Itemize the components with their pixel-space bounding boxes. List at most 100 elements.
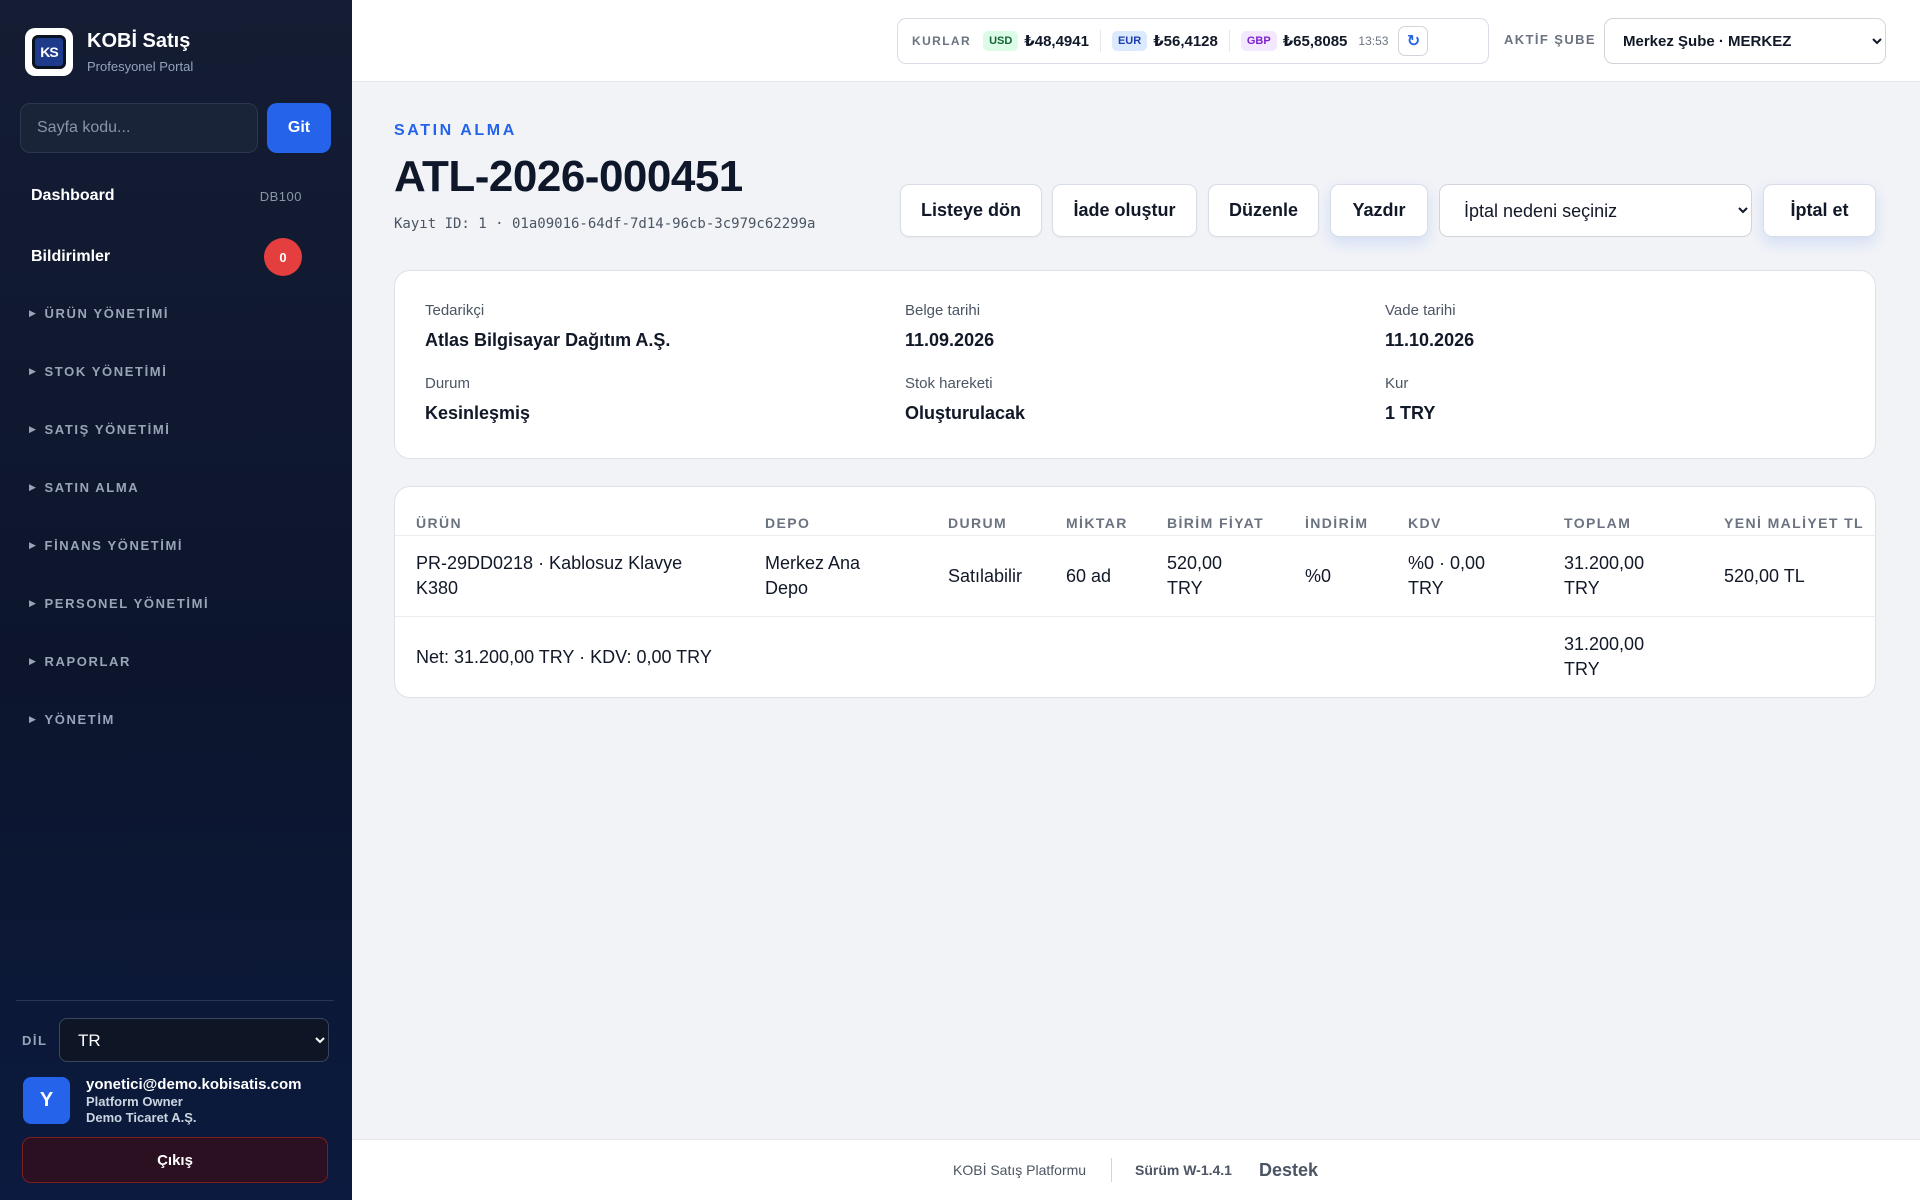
expand-arrow-icon: ▶	[29, 366, 38, 376]
logo-mark: KS	[32, 35, 66, 69]
cell-product: PR-29DD0218 · Kablosuz Klavye K380	[416, 553, 683, 598]
field-label: Vade tarihi	[1385, 302, 1456, 319]
field-value: Oluşturulacak	[905, 403, 1026, 423]
row-divider	[395, 616, 1875, 617]
currency-tag: USD	[983, 31, 1019, 51]
cell-total: 31.200,00 TRY	[1564, 553, 1645, 598]
field-value: Atlas Bilgisayar Dağıtım A.Ş.	[425, 330, 671, 350]
sidebar-section-label: SATIŞ YÖNETİMİ	[44, 422, 171, 437]
app-subtitle: Profesyonel Portal	[87, 59, 194, 74]
column-header-vat: KDV	[1408, 515, 1442, 531]
row-divider	[395, 535, 1875, 536]
column-header-new-cost: YENİ MALİYET TL	[1724, 515, 1864, 531]
sidebar-divider	[16, 1000, 334, 1001]
sidebar-section-finance-management[interactable]: ▶ FİNANS YÖNETİMİ	[29, 538, 183, 553]
language-row: DİL TR	[22, 1018, 329, 1062]
field-document-date: Belge tarihi 11.09.2026	[905, 302, 994, 351]
footer-version: Sürüm W-1.4.1	[1135, 1162, 1232, 1178]
field-exchange-rate: Kur 1 TRY	[1385, 375, 1435, 424]
sidebar-section-personnel-management[interactable]: ▶ PERSONEL YÖNETİMİ	[29, 596, 209, 611]
expand-arrow-icon: ▶	[29, 308, 38, 318]
field-stock-movement: Stok hareketi Oluşturulacak	[905, 375, 1025, 424]
field-value: 1 TRY	[1385, 403, 1436, 423]
cell-new-cost: 520,00 TL	[1724, 566, 1805, 586]
column-header-product: ÜRÜN	[416, 515, 463, 531]
sidebar-section-label: RAPORLAR	[44, 654, 131, 669]
column-header-quantity: MİKTAR	[1066, 515, 1128, 531]
sidebar-section-label: ÜRÜN YÖNETİMİ	[44, 306, 170, 321]
rate-divider	[1228, 30, 1230, 52]
column-header-warehouse: DEPO	[765, 515, 811, 531]
column-header-unit-price: BİRİM FİYAT	[1167, 515, 1265, 531]
rate-usd: USD ₺48,4941	[983, 31, 1089, 51]
go-button[interactable]: Git	[267, 103, 331, 153]
user-company: Demo Ticaret A.Ş.	[86, 1109, 197, 1125]
field-value: 11.09.2026	[905, 330, 995, 350]
rate-gbp: GBP ₺65,8085	[1240, 31, 1348, 51]
logout-button[interactable]: Çıkış	[22, 1137, 328, 1183]
rate-divider	[1099, 30, 1101, 52]
print-button[interactable]: Yazdır	[1330, 184, 1428, 237]
user-email: yonetici@demo.kobisatis.com	[86, 1076, 302, 1093]
footer-divider	[1111, 1158, 1112, 1182]
refresh-icon[interactable]: ↻	[1398, 26, 1429, 56]
back-to-list-button[interactable]: Listeye dön	[900, 184, 1042, 237]
rate-eur: EUR ₺56,4128	[1111, 31, 1218, 51]
page-code-form: Git	[20, 103, 331, 153]
create-return-button[interactable]: İade oluştur	[1052, 184, 1197, 237]
cancel-reason-select[interactable]: İptal nedeni seçiniz	[1439, 184, 1752, 237]
sidebar-section-reports[interactable]: ▶ RAPORLAR	[29, 654, 131, 669]
field-label: Belge tarihi	[905, 302, 981, 319]
rates-time: 13:53	[1358, 34, 1389, 48]
field-value: Kesinleşmiş	[425, 403, 531, 423]
expand-arrow-icon: ▶	[29, 424, 38, 434]
currency-value: ₺65,8085	[1282, 33, 1348, 50]
user-role: Platform Owner	[86, 1094, 183, 1109]
sidebar-section-product-management[interactable]: ▶ ÜRÜN YÖNETİMİ	[29, 306, 169, 321]
edit-button[interactable]: Düzenle	[1208, 184, 1319, 237]
currency-value: ₺48,4941	[1024, 33, 1089, 50]
cell-status: Satılabilir	[948, 566, 1023, 586]
page-title: ATL-2026-000451	[394, 152, 743, 201]
sidebar-item-label: Bildirimler	[31, 248, 111, 265]
app-title: KOBİ Satış	[87, 30, 191, 52]
exchange-rates: KURLAR USD ₺48,4941 EUR ₺56,4128 GBP ₺65…	[897, 18, 1489, 64]
sidebar-section-sales-management[interactable]: ▶ SATIŞ YÖNETİMİ	[29, 422, 170, 437]
sidebar-section-label: STOK YÖNETİMİ	[44, 364, 168, 379]
sidebar-item-label: Dashboard	[31, 187, 115, 204]
expand-arrow-icon: ▶	[29, 598, 38, 608]
field-supplier: Tedarikçi Atlas Bilgisayar Dağıtım A.Ş.	[425, 302, 670, 351]
sidebar-section-administration[interactable]: ▶ YÖNETİM	[29, 712, 115, 727]
cell-warehouse: Merkez Ana Depo	[765, 553, 861, 598]
field-status: Durum Kesinleşmiş	[425, 375, 530, 424]
avatar: Y	[23, 1077, 70, 1125]
cancel-button[interactable]: İptal et	[1763, 184, 1876, 237]
column-header-total: TOPLAM	[1564, 515, 1632, 531]
sidebar-section-purchasing[interactable]: ▶ SATIN ALMA	[29, 480, 139, 495]
cell-unit-price: 520,00 TRY	[1167, 553, 1223, 598]
language-label: DİL	[22, 1032, 48, 1048]
expand-arrow-icon: ▶	[29, 482, 38, 492]
currency-tag: GBP	[1240, 31, 1277, 51]
expand-arrow-icon: ▶	[29, 714, 38, 724]
app-logo: KS	[25, 28, 73, 76]
items-table: ÜRÜN DEPO DURUM MİKTAR BİRİM FİYAT İNDİR…	[394, 486, 1876, 698]
brand[interactable]: KS KOBİ Satış Profesyonel Portal	[25, 28, 193, 76]
sidebar-section-label: FİNANS YÖNETİMİ	[44, 538, 184, 553]
sidebar-item-notifications[interactable]: Bildirimler 0	[0, 238, 352, 276]
cell-quantity: 60 ad	[1066, 566, 1112, 586]
sidebar-section-label: YÖNETİM	[44, 712, 115, 727]
sidebar-section-stock-management[interactable]: ▶ STOK YÖNETİMİ	[29, 364, 167, 379]
sidebar-item-dashboard[interactable]: Dashboard DB100	[0, 187, 352, 205]
notification-count-badge: 0	[264, 238, 302, 276]
language-select[interactable]: TR	[59, 1018, 329, 1062]
user-profile: Y yonetici@demo.kobisatis.com Platform O…	[23, 1076, 302, 1125]
page-code-input[interactable]	[20, 103, 258, 153]
footer-platform-name: KOBİ Satış Platformu	[953, 1162, 1087, 1178]
rates-label: KURLAR	[912, 34, 972, 48]
support-link[interactable]: Destek	[1259, 1160, 1318, 1181]
active-branch-select[interactable]: Merkez Şube · MERKEZ	[1604, 18, 1886, 64]
expand-arrow-icon: ▶	[29, 656, 38, 666]
column-header-discount: İNDİRİM	[1305, 515, 1369, 531]
summary-text: Net: 31.200,00 TRY · KDV: 0,00 TRY	[416, 647, 712, 667]
